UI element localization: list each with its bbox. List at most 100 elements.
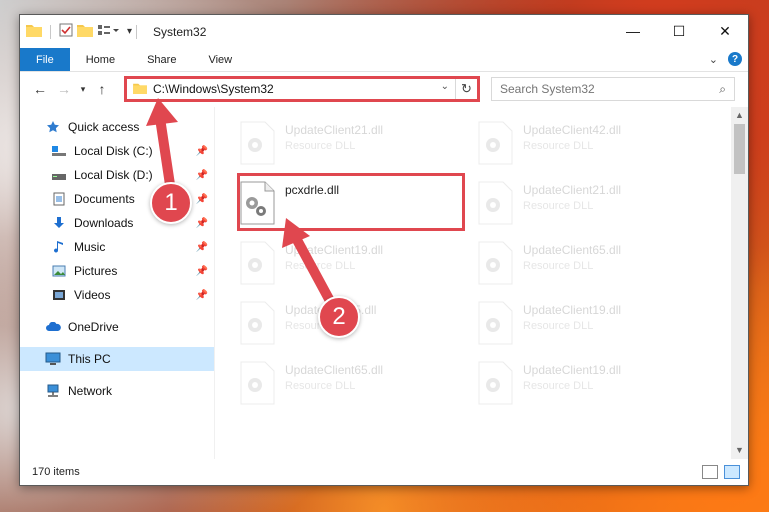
sidebar-item-network[interactable]: Network [20, 379, 214, 403]
file-text: UpdateClient65.dll Resource DLL [285, 357, 383, 392]
refresh-icon[interactable]: ↻ [455, 78, 477, 100]
file-type: Resource DLL [285, 380, 356, 392]
file-name: UpdateClient65.dll [523, 243, 622, 257]
file-item-pcxdrle[interactable]: pcxdrle.dll [239, 177, 469, 231]
sidebar-item-label: Pictures [74, 264, 118, 278]
sidebar-item-label: Downloads [74, 216, 134, 230]
cloud-icon [44, 322, 62, 332]
drive-icon [50, 145, 68, 157]
customize-toolbar-icon[interactable] [97, 23, 119, 40]
navigation-pane: Quick access Local Disk (C:) 📌 Local Dis… [20, 107, 215, 459]
file-text: UpdateClient19.dll Resource DLL [285, 237, 383, 272]
scroll-up-icon[interactable]: ▲ [731, 107, 748, 124]
file-text: UpdateClient65.dll Resource DLL [523, 237, 621, 272]
file-item[interactable]: UpdateClient65.dll Resource DLL [239, 357, 469, 411]
item-count: 170 items [32, 466, 80, 478]
tab-file[interactable]: File [20, 48, 70, 71]
window-title: System32 [153, 24, 207, 39]
details-view-icon[interactable] [702, 465, 718, 479]
tab-home[interactable]: Home [70, 48, 131, 71]
sidebar-item-quick-access[interactable]: Quick access [20, 115, 214, 139]
drive-icon [50, 169, 68, 181]
pin-icon[interactable]: 📌 [196, 194, 208, 205]
sidebar-item-label: Quick access [68, 120, 140, 134]
close-button[interactable]: ✕ [702, 15, 748, 47]
file-type: Resource DLL [523, 380, 594, 392]
tab-view[interactable]: View [192, 48, 248, 71]
file-item[interactable]: UpdateClient42.dll Resource DLL [477, 117, 707, 171]
pin-icon[interactable]: 📌 [196, 266, 208, 277]
window-controls: — ☐ ✕ [610, 15, 748, 47]
sidebar-item-local-disk-d[interactable]: Local Disk (D:) 📌 [20, 163, 214, 187]
music-icon [50, 240, 68, 254]
pin-icon[interactable]: 📌 [196, 170, 208, 181]
folder-icon[interactable] [26, 23, 42, 40]
dll-file-icon [240, 361, 275, 405]
search-icon[interactable]: ⌕ [719, 82, 726, 97]
properties-icon[interactable] [59, 23, 73, 40]
sidebar-item-local-disk-c[interactable]: Local Disk (C:) 📌 [20, 139, 214, 163]
dll-file-icon [240, 241, 275, 285]
file-list: UpdateClient21.dll Resource DLL pcxdrle.d… [215, 107, 748, 459]
step-1-badge: 1 [150, 182, 192, 224]
maximize-button[interactable]: ☐ [656, 15, 702, 47]
dll-file-icon [478, 241, 513, 285]
help-icon[interactable]: ? [728, 52, 742, 66]
sidebar-item-videos[interactable]: Videos 📌 [20, 283, 214, 307]
file-explorer-window: ▾ System32 — ☐ ✕ File Home Share View ⌄ … [19, 14, 749, 486]
file-item[interactable]: UpdateClient21.dll Resource DLL [239, 117, 469, 171]
quick-access-toolbar: ▾ [26, 23, 132, 40]
scrollbar-thumb[interactable] [734, 124, 745, 174]
file-text: UpdateClient21.dll Resource DLL [523, 177, 621, 212]
file-item[interactable]: UpdateClient19.dll Resource DLL [477, 357, 707, 411]
file-name: UpdateClient21.dll [285, 123, 384, 137]
pin-icon[interactable]: 📌 [196, 218, 208, 229]
file-type: Resource DLL [523, 200, 594, 212]
downloads-icon [50, 216, 68, 230]
sidebar-item-label: Local Disk (D:) [74, 168, 153, 182]
expand-ribbon-icon[interactable]: ⌄ [709, 53, 718, 66]
forward-arrow-icon[interactable]: → [52, 81, 76, 97]
sidebar-item-this-pc[interactable]: This PC [20, 347, 214, 371]
network-icon [44, 384, 62, 398]
file-item[interactable]: UpdateClient19.dll Resource DLL [239, 237, 469, 291]
search-input[interactable] [500, 82, 700, 96]
documents-icon [50, 192, 68, 206]
ribbon-right: ⌄ ? [709, 52, 742, 66]
file-name: UpdateClient42.dll [523, 123, 622, 137]
computer-icon [44, 352, 62, 366]
file-item[interactable]: UpdateClient19.dll Resource DLL [477, 297, 707, 351]
file-name: UpdateClient19.dll [523, 363, 622, 377]
navigation-bar: ← → ▾ ↑ C:\Windows\System32 ⌄ ↻ ⌕ [20, 72, 748, 106]
file-name: UpdateClient65.dll [285, 363, 384, 377]
vertical-scrollbar[interactable]: ▲ ▼ [731, 107, 748, 459]
file-item[interactable]: UpdateClient21.dll Resource DLL [477, 177, 707, 231]
address-bar[interactable]: C:\Windows\System32 ⌄ ↻ [126, 77, 478, 101]
sidebar-item-onedrive[interactable]: OneDrive [20, 315, 214, 339]
toolbar-dropdown-icon[interactable]: ▾ [127, 26, 132, 37]
search-box[interactable]: ⌕ [491, 77, 735, 101]
dll-file-icon [478, 181, 513, 225]
dll-file-icon [240, 181, 275, 225]
address-dropdown-icon[interactable]: ⌄ [441, 81, 449, 92]
sidebar-item-music[interactable]: Music 📌 [20, 235, 214, 259]
pin-icon[interactable]: 📌 [196, 290, 208, 301]
step-2-badge: 2 [318, 296, 360, 338]
star-icon [44, 120, 62, 134]
minimize-button[interactable]: — [610, 15, 656, 47]
sidebar-item-label: OneDrive [68, 320, 119, 334]
tab-share[interactable]: Share [131, 48, 192, 71]
address-path[interactable]: C:\Windows\System32 [153, 82, 274, 96]
up-arrow-icon[interactable]: ↑ [90, 81, 114, 97]
back-arrow-icon[interactable]: ← [28, 81, 52, 97]
pin-icon[interactable]: 📌 [196, 146, 208, 157]
recent-locations-icon[interactable]: ▾ [76, 84, 90, 95]
sidebar-item-pictures[interactable]: Pictures 📌 [20, 259, 214, 283]
file-name: UpdateClient19.dll [285, 243, 384, 257]
new-folder-icon[interactable] [77, 23, 93, 40]
file-item[interactable]: UpdateClient65.dll Resource DLL [477, 237, 707, 291]
large-icons-view-icon[interactable] [724, 465, 740, 479]
status-bar: 170 items [20, 459, 748, 485]
pin-icon[interactable]: 📌 [196, 242, 208, 253]
scroll-down-icon[interactable]: ▼ [731, 442, 748, 459]
